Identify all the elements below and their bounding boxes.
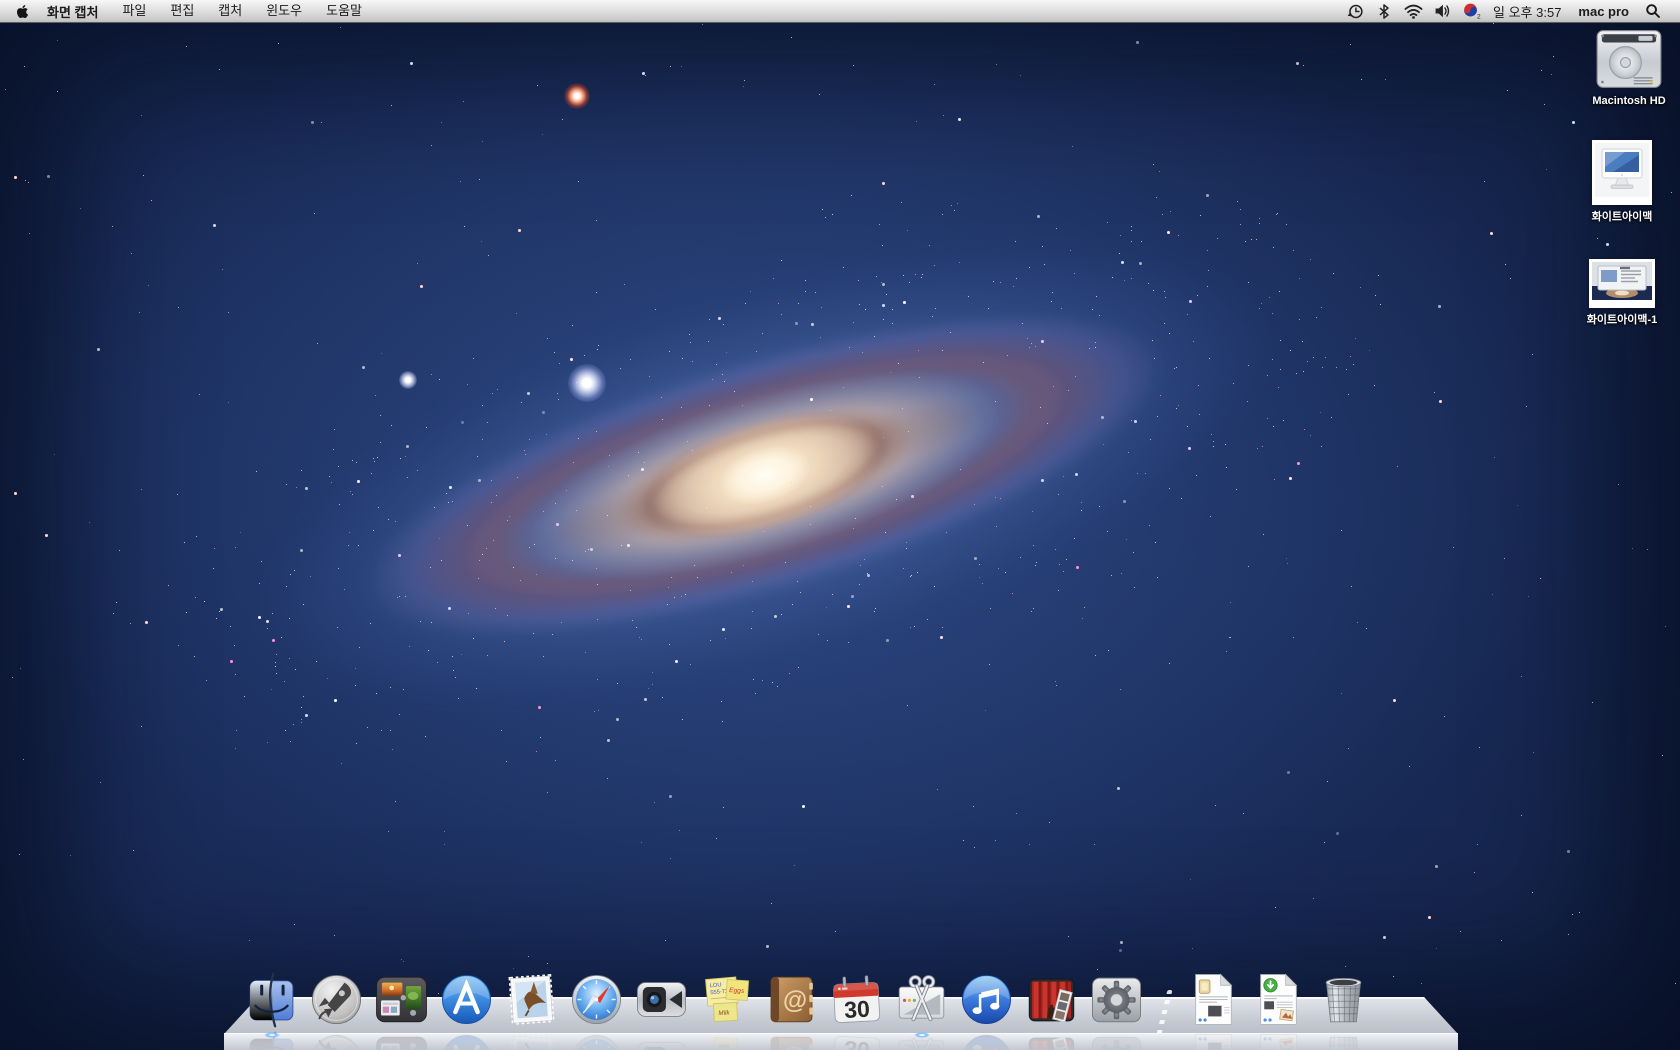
dock-item-mail[interactable] xyxy=(503,971,560,1028)
menu-clock[interactable]: 일 오후 3:57 xyxy=(1489,2,1565,21)
menu-edit[interactable]: 편집 xyxy=(158,0,206,22)
desktop: 화면 캡처 파일 편집 캡처 윈도우 도움말 xyxy=(0,0,1680,1050)
svg-text:2: 2 xyxy=(1477,14,1481,21)
dock-item-trash[interactable] xyxy=(1315,971,1372,1028)
dock-separator xyxy=(1153,978,1177,1028)
image-thumbnail-screenshot xyxy=(1589,259,1655,308)
menu-app-name[interactable]: 화면 캡처 xyxy=(35,2,110,21)
dock-item-stickies[interactable]: LOU 555-7361 Eggs Milk xyxy=(698,971,755,1028)
menu-capture[interactable]: 캡처 xyxy=(206,0,254,22)
time-machine-icon[interactable] xyxy=(1344,0,1366,22)
dock-item-document-stacks[interactable] xyxy=(1185,971,1242,1028)
dock-item-launchpad[interactable] xyxy=(308,971,365,1028)
wallpaper-andromeda xyxy=(0,0,1680,1050)
apple-menu[interactable] xyxy=(14,4,35,19)
svg-text:30: 30 xyxy=(843,996,870,1023)
apple-logo xyxy=(16,4,29,19)
dock-item-mission-control[interactable] xyxy=(373,971,430,1028)
bright-white-star xyxy=(568,364,606,402)
desktop-icon-macintosh-hd[interactable]: Macintosh HD xyxy=(1569,26,1680,107)
dock-item-address-book[interactable]: @ xyxy=(763,971,820,1028)
hard-drive-icon xyxy=(1591,26,1667,92)
white-star xyxy=(399,371,417,389)
dock: LOU 555-7361 Eggs Milk xyxy=(243,966,1372,1028)
bluetooth-icon[interactable] xyxy=(1373,0,1395,22)
running-indicator xyxy=(914,1032,930,1038)
desktop-icon-label: Macintosh HD xyxy=(1592,95,1665,107)
menu-file[interactable]: 파일 xyxy=(110,0,158,22)
bright-red-star xyxy=(564,83,590,109)
dock-item-facetime[interactable] xyxy=(633,971,690,1028)
dock-item-grab[interactable] xyxy=(893,971,950,1028)
dock-item-safari[interactable] xyxy=(568,971,625,1028)
wifi-icon[interactable] xyxy=(1402,0,1424,22)
spotlight-icon[interactable] xyxy=(1642,0,1664,22)
dock-item-photo-booth[interactable] xyxy=(1023,971,1080,1028)
image-thumbnail-imac xyxy=(1592,140,1652,205)
running-indicator xyxy=(264,1032,280,1038)
dock-item-itunes[interactable] xyxy=(958,971,1015,1028)
volume-icon[interactable] xyxy=(1431,0,1453,22)
menu-user-name[interactable]: mac pro xyxy=(1572,4,1635,19)
desktop-icon-white-imac[interactable]: 화이트아이맥 xyxy=(1562,140,1680,224)
korean-input-icon[interactable]: 2 xyxy=(1460,0,1482,22)
desktop-icon-label: 화이트아이맥 xyxy=(1592,208,1653,224)
svg-text:Milk: Milk xyxy=(718,1009,730,1017)
menu-window[interactable]: 윈도우 xyxy=(254,0,314,22)
dock-item-document-downloads[interactable] xyxy=(1250,971,1307,1028)
svg-text:@: @ xyxy=(783,986,807,1014)
svg-text:Eggs: Eggs xyxy=(729,987,745,995)
desktop-icon-label: 화이트아이맥-1 xyxy=(1587,311,1658,327)
dock-item-ical[interactable]: 30 xyxy=(828,971,885,1028)
dock-item-system-preferences[interactable] xyxy=(1088,971,1145,1028)
menu-help[interactable]: 도움말 xyxy=(314,0,374,22)
svg-text:LOU: LOU xyxy=(709,982,721,989)
dock-shelf-front xyxy=(224,1033,1458,1050)
dock-item-finder[interactable] xyxy=(243,971,300,1028)
menu-bar: 화면 캡처 파일 편집 캡처 윈도우 도움말 xyxy=(0,0,1680,23)
dock-item-app-store[interactable] xyxy=(438,971,495,1028)
desktop-icon-white-imac-1[interactable]: 화이트아이맥-1 xyxy=(1562,259,1680,327)
